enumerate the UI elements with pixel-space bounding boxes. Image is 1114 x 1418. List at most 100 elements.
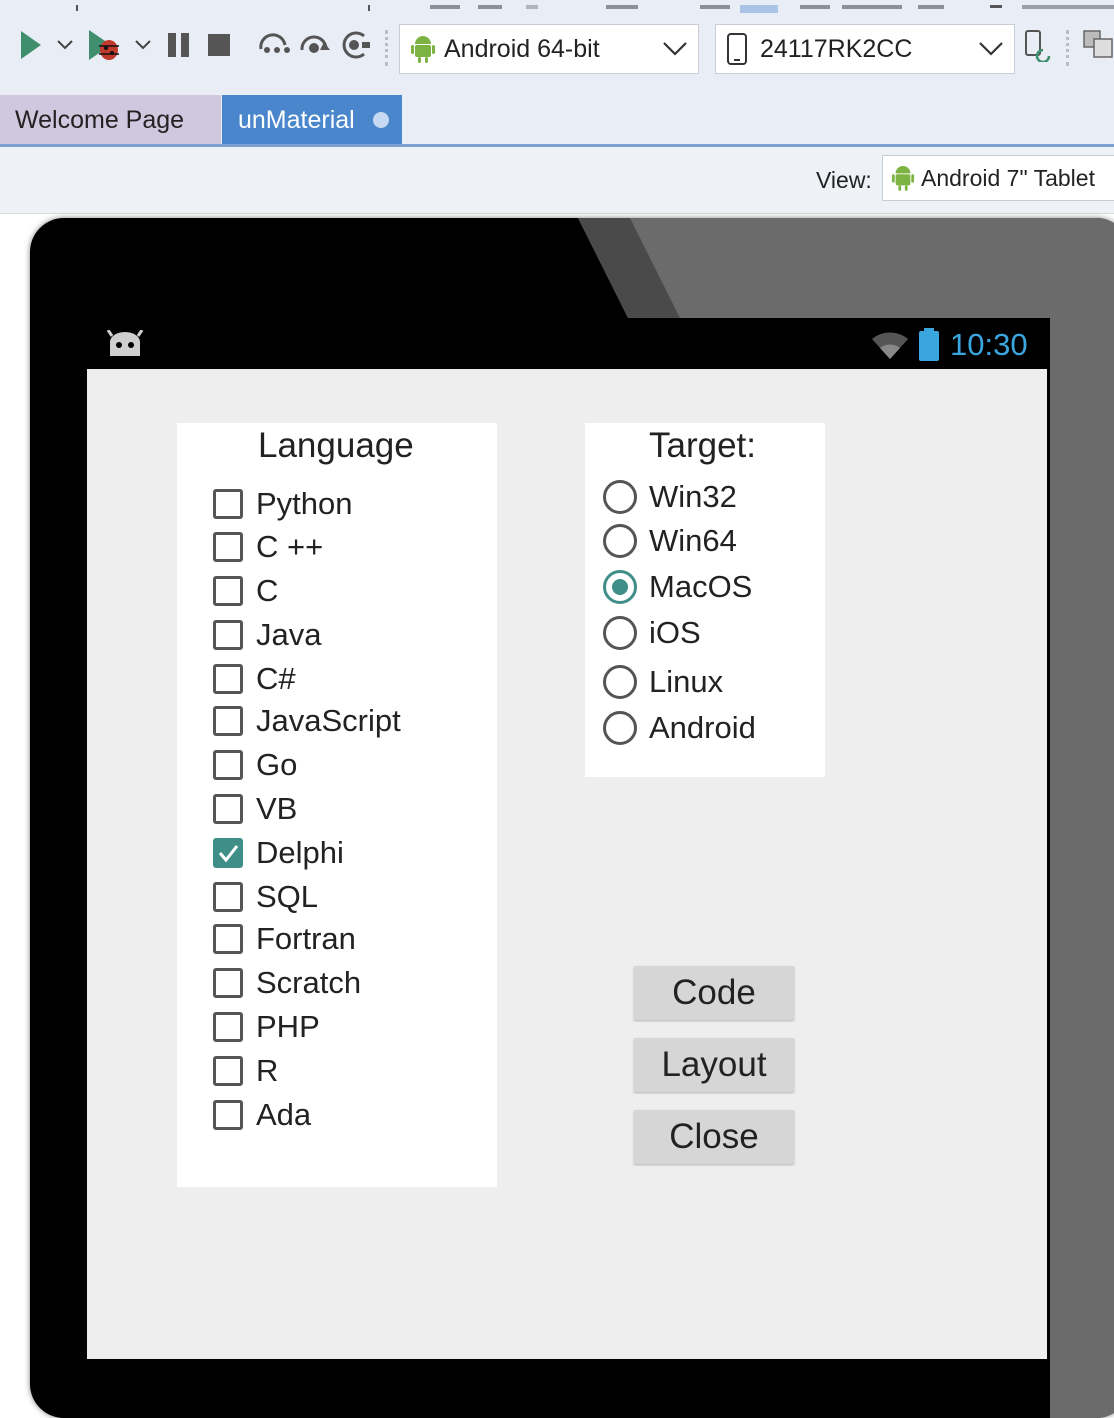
language-checkbox-vb[interactable]: VB xyxy=(213,790,297,828)
radio-icon[interactable] xyxy=(603,665,637,699)
language-checkbox-python[interactable]: Python xyxy=(213,485,353,523)
code-button[interactable]: Code xyxy=(634,966,794,1020)
checkbox-label: C# xyxy=(256,661,296,696)
radio-label: Android xyxy=(649,710,756,745)
android-icon xyxy=(411,36,435,63)
run-icon[interactable] xyxy=(16,28,46,62)
target-radio-win64[interactable]: Win64 xyxy=(603,520,737,562)
radio-label: Win32 xyxy=(649,479,737,514)
checkbox-label: Python xyxy=(256,486,353,521)
tab-unmaterial[interactable]: unMaterial xyxy=(222,95,402,145)
checkbox-label: R xyxy=(256,1053,279,1088)
checkbox-icon[interactable] xyxy=(213,620,243,650)
layers-icon[interactable] xyxy=(1082,28,1114,62)
pause-icon[interactable] xyxy=(165,28,193,62)
target-radio-android[interactable]: Android xyxy=(603,707,756,749)
close-button[interactable]: Close xyxy=(634,1110,794,1164)
run-dropdown-chevron-icon[interactable] xyxy=(54,28,76,62)
checkbox-icon[interactable] xyxy=(213,968,243,998)
checkbox-icon[interactable] xyxy=(213,794,243,824)
target-panel-title: Target: xyxy=(649,426,756,465)
toolbar-top-strip xyxy=(0,0,1114,13)
phone-icon xyxy=(727,33,747,65)
radio-label: Linux xyxy=(649,664,724,699)
refresh-devices-icon[interactable] xyxy=(1022,28,1054,62)
stop-icon[interactable] xyxy=(205,28,233,62)
toolbar-separator xyxy=(1066,30,1069,66)
ide-toolbar: Android 64-bit 24117RK2CC xyxy=(0,0,1114,95)
view-select-value: Android 7" Tablet xyxy=(921,164,1095,191)
battery-icon xyxy=(919,328,939,361)
debug-run-icon[interactable] xyxy=(86,28,124,62)
platform-select[interactable]: Android 64-bit xyxy=(399,24,699,74)
checkbox-label: JavaScript xyxy=(256,703,401,738)
android-notification-icon xyxy=(106,330,144,356)
language-checkbox-csharp[interactable]: C# xyxy=(213,660,296,698)
checkbox-label: Ada xyxy=(256,1097,312,1132)
language-checkbox-r[interactable]: R xyxy=(213,1052,278,1090)
language-checkbox-php[interactable]: PHP xyxy=(213,1008,320,1046)
chevron-down-icon xyxy=(663,42,687,56)
checkbox-icon[interactable] xyxy=(213,750,243,780)
checkbox-label: Fortran xyxy=(256,921,356,956)
checkbox-icon[interactable] xyxy=(213,489,243,519)
layout-button[interactable]: Layout xyxy=(634,1038,794,1092)
modified-dot-icon[interactable] xyxy=(372,112,389,128)
checkbox-label: VB xyxy=(256,791,298,826)
checkbox-label: PHP xyxy=(256,1009,320,1044)
tab-label: unMaterial xyxy=(238,105,355,134)
step-out-icon[interactable] xyxy=(338,28,372,62)
language-checkbox-fortran[interactable]: Fortran xyxy=(213,920,356,958)
target-radio-macos[interactable]: MacOS xyxy=(603,566,752,608)
wifi-icon xyxy=(872,332,908,359)
language-checkbox-delphi[interactable]: Delphi xyxy=(213,834,344,872)
debug-dropdown-chevron-icon[interactable] xyxy=(132,28,154,62)
status-bar-icons: 10:30 xyxy=(870,326,1028,364)
step-over-icon[interactable] xyxy=(258,28,292,62)
device-select[interactable]: 24117RK2CC xyxy=(715,24,1015,74)
checkbox-label: SQL xyxy=(256,879,319,914)
radio-icon[interactable] xyxy=(603,711,637,745)
checkbox-icon[interactable] xyxy=(213,664,243,694)
radio-icon[interactable] xyxy=(603,616,637,650)
language-checkbox-javascript[interactable]: JavaScript xyxy=(213,702,401,740)
language-checkbox-cpp[interactable]: C ++ xyxy=(213,528,323,566)
checkbox-icon[interactable] xyxy=(213,706,243,736)
language-checkbox-go[interactable]: Go xyxy=(213,746,297,784)
checkbox-checked-icon[interactable] xyxy=(213,838,243,868)
platform-select-value: Android 64-bit xyxy=(444,34,600,63)
radio-icon[interactable] xyxy=(603,524,637,558)
target-radio-ios[interactable]: iOS xyxy=(603,612,701,654)
checkbox-icon[interactable] xyxy=(213,924,243,954)
tab-label: Welcome Page xyxy=(15,105,185,134)
checkbox-label: Java xyxy=(256,617,322,652)
radio-icon[interactable] xyxy=(603,480,637,514)
checkbox-icon[interactable] xyxy=(213,1012,243,1042)
radio-label: iOS xyxy=(649,615,701,650)
chevron-down-icon xyxy=(979,42,1003,56)
target-radio-linux[interactable]: Linux xyxy=(603,661,723,703)
language-checkbox-c[interactable]: C xyxy=(213,572,278,610)
radio-selected-icon[interactable] xyxy=(603,570,637,604)
device-select-value: 24117RK2CC xyxy=(760,34,913,63)
language-checkbox-java[interactable]: Java xyxy=(213,616,321,654)
view-select[interactable]: Android 7" Tablet xyxy=(882,155,1114,201)
radio-label: Win64 xyxy=(649,523,737,558)
step-into-icon[interactable] xyxy=(298,28,332,62)
android-icon xyxy=(891,166,915,191)
checkbox-label: Go xyxy=(256,747,298,782)
checkbox-icon[interactable] xyxy=(213,576,243,606)
target-radio-win32[interactable]: Win32 xyxy=(603,476,737,518)
language-checkbox-sql[interactable]: SQL xyxy=(213,878,318,916)
language-checkbox-scratch[interactable]: Scratch xyxy=(213,964,361,1002)
language-checkbox-ada[interactable]: Ada xyxy=(213,1096,311,1134)
checkbox-icon[interactable] xyxy=(213,1056,243,1086)
checkbox-icon[interactable] xyxy=(213,532,243,562)
checkbox-label: C xyxy=(256,573,279,608)
checkbox-label: Scratch xyxy=(256,965,362,1000)
tab-welcome-page[interactable]: Welcome Page xyxy=(0,95,221,145)
checkbox-icon[interactable] xyxy=(213,1100,243,1130)
checkbox-icon[interactable] xyxy=(213,882,243,912)
language-panel-title: Language xyxy=(258,426,414,465)
radio-label: MacOS xyxy=(649,569,753,604)
